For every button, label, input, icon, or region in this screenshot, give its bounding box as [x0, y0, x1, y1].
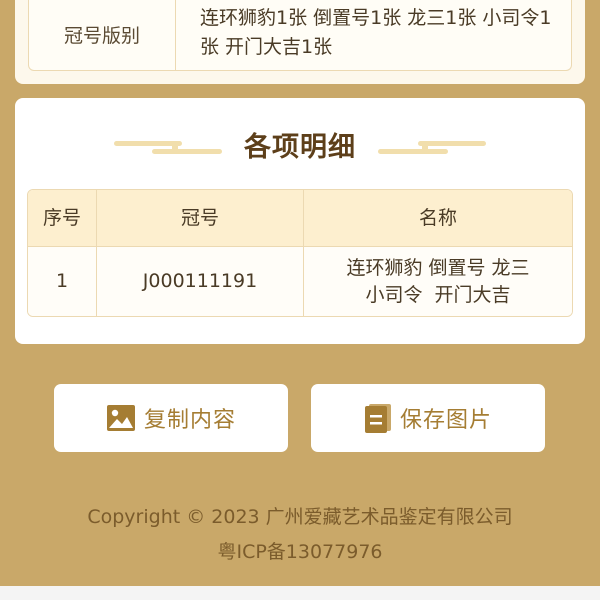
detail-header: 各项明细 — [15, 124, 585, 164]
column-header-serial: 冠号 — [97, 190, 304, 246]
row-index: 1 — [28, 247, 97, 316]
table-header-row: 序号 冠号 名称 — [28, 190, 572, 246]
save-image-button[interactable]: 保存图片 — [311, 384, 545, 452]
detail-card: 各项明细 序号 冠号 名称 1 J000111191 连环狮豹 倒置号 龙三 小… — [15, 98, 585, 344]
version-card: 冠号版别 连环狮豹1张 倒置号1张 龙三1张 小司令1 张 开门大吉1张 — [15, 0, 585, 84]
version-value-line2: 张 开门大吉1张 — [200, 36, 333, 58]
copyright-text: Copyright © 2023 广州爱藏艺术品鉴定有限公司 — [87, 506, 513, 528]
column-header-name: 名称 — [418, 206, 457, 229]
version-value: 连环狮豹1张 倒置号1张 龙三1张 小司令1 张 开门大吉1张 — [176, 0, 571, 70]
table-row: 1 J000111191 连环狮豹 倒置号 龙三 小司令 开门大吉 — [28, 246, 572, 316]
detail-title: 各项明细 — [244, 131, 356, 163]
row-name-line2: 小司令 开门大吉 — [365, 283, 511, 306]
copy-content-label: 复制内容 — [143, 408, 236, 433]
save-image-label: 保存图片 — [399, 408, 492, 433]
title-ornament-right — [378, 132, 486, 156]
column-header-index: 序号 — [28, 190, 97, 246]
image-icon — [106, 405, 135, 431]
document-icon — [364, 404, 391, 433]
detail-table: 序号 冠号 名称 1 J000111191 连环狮豹 倒置号 龙三 小司令 开门… — [27, 189, 573, 317]
row-name: 连环狮豹 倒置号 龙三 小司令 开门大吉 — [304, 247, 572, 316]
version-value-line1: 连环狮豹1张 倒置号1张 龙三1张 小司令1 — [200, 7, 552, 29]
icp-text[interactable]: 粤ICP备13077976 — [0, 537, 600, 564]
version-label: 冠号版别 — [29, 0, 176, 70]
title-ornament-left — [114, 132, 222, 156]
row-serial: J000111191 — [97, 247, 304, 316]
row-name-line1: 连环狮豹 倒置号 龙三 — [346, 256, 530, 279]
copy-content-button[interactable]: 复制内容 — [54, 384, 288, 452]
version-table: 冠号版别 连环狮豹1张 倒置号1张 龙三1张 小司令1 张 开门大吉1张 — [28, 0, 572, 71]
bottom-bar — [0, 586, 600, 600]
